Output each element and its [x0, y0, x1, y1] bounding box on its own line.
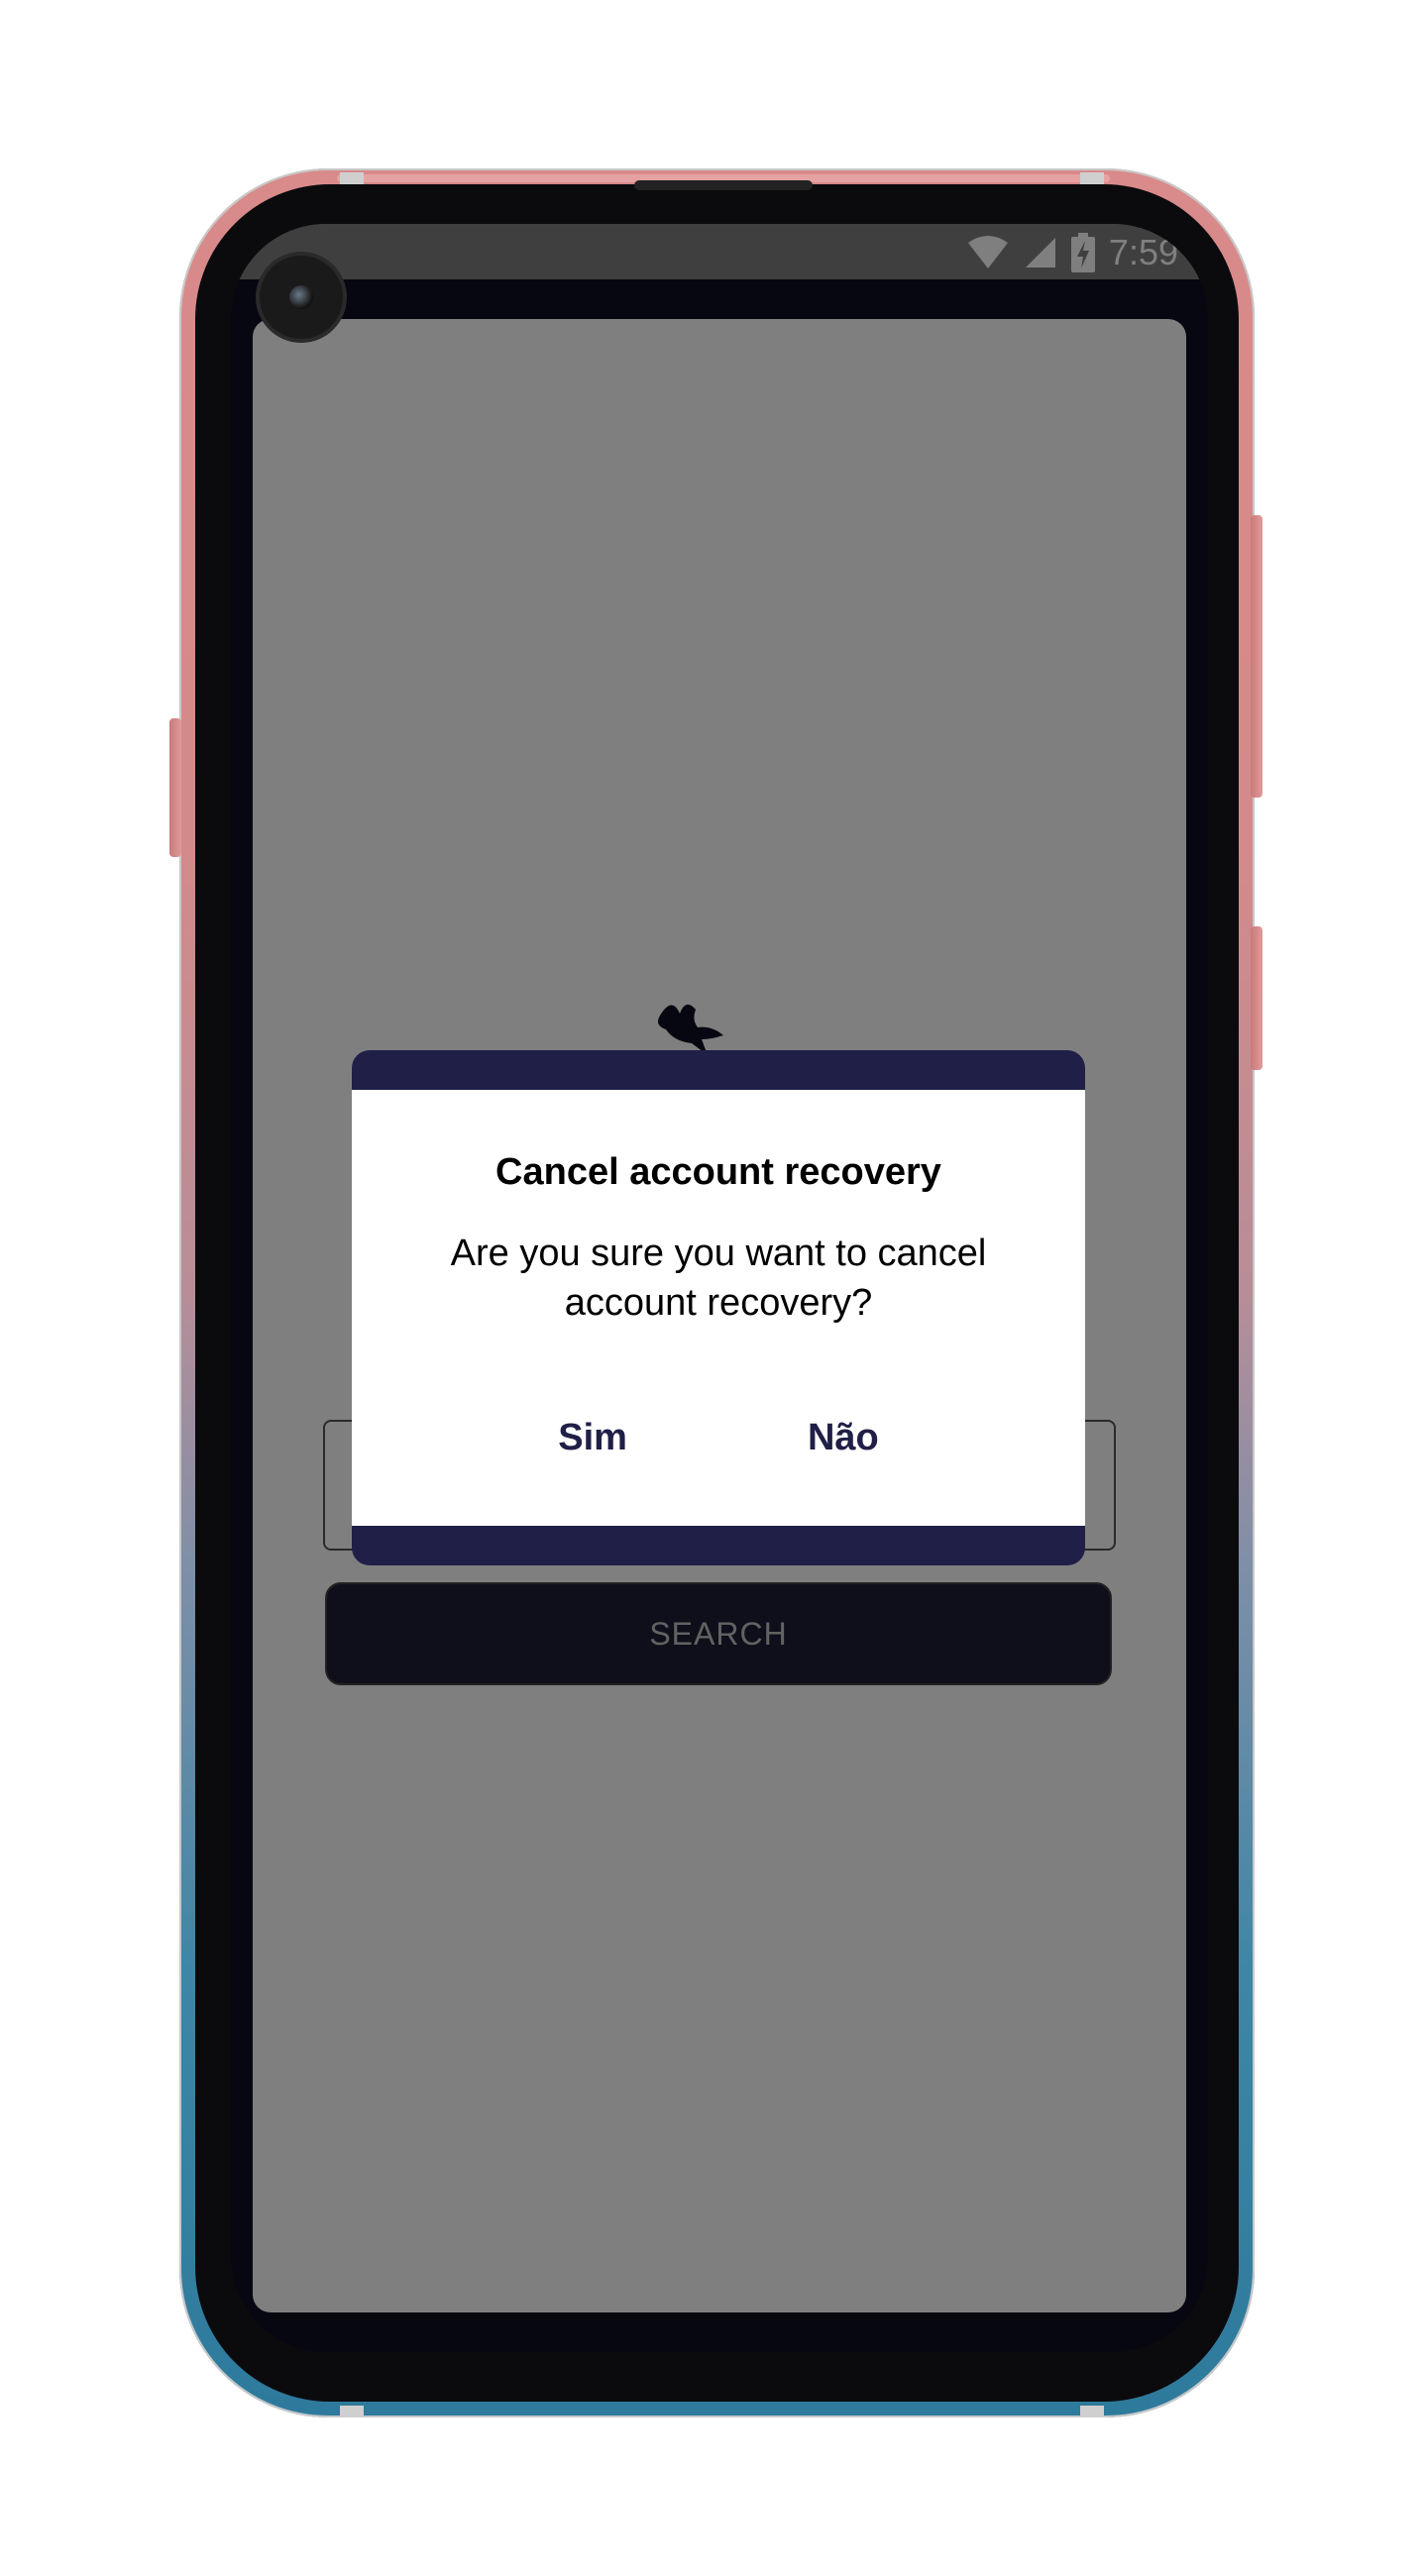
antenna-line — [1080, 172, 1104, 184]
earpiece — [634, 180, 813, 190]
device-mockup: 7:59 SEARCH Cancel account recovery Are … — [0, 0, 1427, 2576]
side-key — [169, 718, 181, 857]
dialog-title: Cancel account recovery — [495, 1151, 941, 1193]
antenna-line — [1080, 2406, 1104, 2417]
cancel-button[interactable]: Não — [792, 1409, 895, 1467]
cancel-recovery-dialog: Cancel account recovery Are you sure you… — [352, 1050, 1085, 1565]
dialog-message: Are you sure you want to cancel account … — [450, 1233, 987, 1324]
volume-button — [1251, 926, 1262, 1070]
antenna-line — [340, 172, 364, 184]
front-camera — [260, 256, 343, 339]
antenna-line — [340, 2406, 364, 2417]
power-button — [1251, 515, 1262, 798]
dialog-actions: Sim Não — [352, 1409, 1085, 1467]
confirm-button[interactable]: Sim — [542, 1409, 643, 1467]
